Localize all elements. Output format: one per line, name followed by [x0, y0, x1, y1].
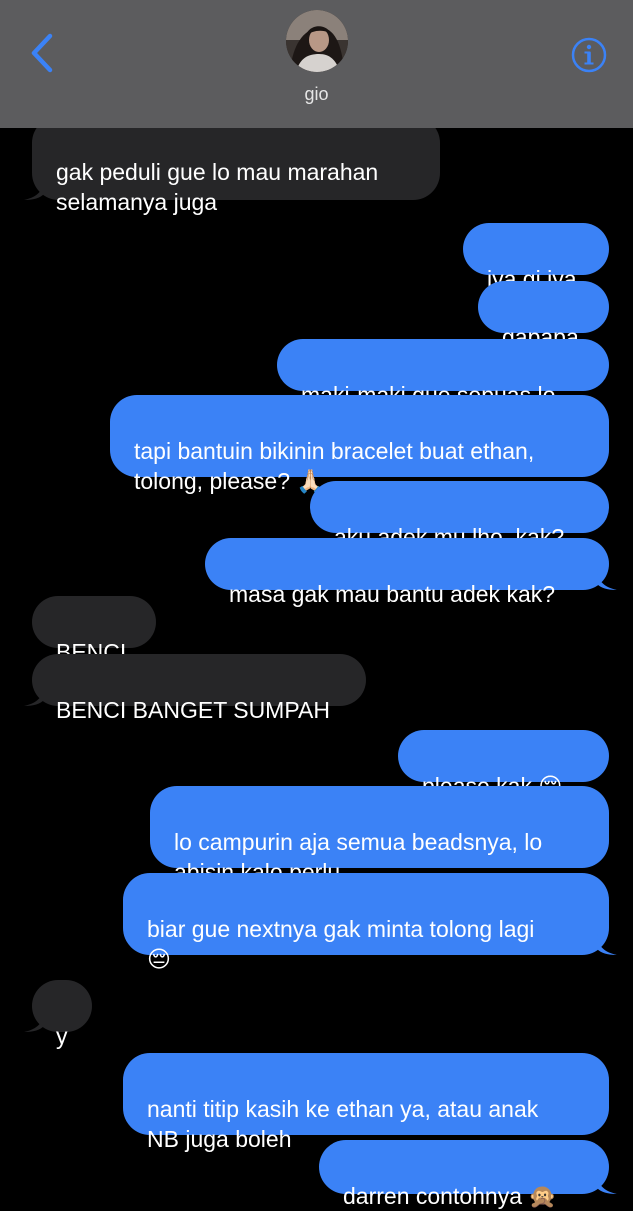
- message-bubble-outgoing[interactable]: please kak 😔: [398, 730, 609, 799]
- avatar-photo: [286, 10, 348, 72]
- message-bubble-outgoing[interactable]: gapapa: [478, 281, 609, 350]
- bubble-tail: [597, 933, 617, 955]
- message-text: y: [56, 1023, 68, 1049]
- message-text: darren contohnya 🙊: [343, 1183, 558, 1209]
- bubble-tail: [24, 1010, 44, 1032]
- message-text: masa gak mau bantu adek kak?: [229, 581, 556, 607]
- back-button[interactable]: [22, 30, 62, 76]
- message-bubble-outgoing[interactable]: aku adek mu lho, kak?: [310, 481, 609, 550]
- message-bubble-incoming[interactable]: y: [24, 980, 92, 1049]
- contact-name[interactable]: gio: [0, 84, 633, 105]
- bubble-tail: [24, 178, 44, 200]
- info-circle-icon: [571, 37, 607, 73]
- conversation-header: gio: [0, 0, 633, 128]
- message-bubble-incoming[interactable]: BENCI: [32, 596, 156, 665]
- message-bubble-outgoing[interactable]: iya gi iya: [463, 223, 609, 292]
- message-bubble-outgoing[interactable]: biar gue nextnya gak minta tolong lagi 😔: [123, 873, 617, 972]
- message-text: biar gue nextnya gak minta tolong lagi 😔: [147, 916, 535, 972]
- message-bubble-incoming[interactable]: BENCI BANGET SUMPAH: [24, 654, 366, 723]
- message-bubble-incoming[interactable]: gak peduli gue lo mau marahan selamanya …: [24, 116, 440, 215]
- bubble-tail: [597, 1172, 617, 1194]
- chevron-left-icon: [31, 33, 53, 73]
- bubble-tail: [597, 568, 617, 590]
- contact-avatar[interactable]: [286, 10, 348, 72]
- message-bubble-outgoing[interactable]: lo campurin aja semua beadsnya, lo abisi…: [150, 786, 609, 885]
- message-bubble-outgoing[interactable]: maki-maki gue sepuas lo: [277, 339, 609, 408]
- bubble-tail: [24, 684, 44, 706]
- message-bubble-outgoing[interactable]: nanti titip kasih ke ethan ya, atau anak…: [123, 1053, 609, 1152]
- message-bubble-outgoing[interactable]: darren contohnya 🙊: [319, 1140, 617, 1209]
- message-text: BENCI BANGET SUMPAH: [56, 697, 330, 723]
- message-list: gak peduli gue lo mau marahan selamanya …: [0, 0, 633, 1209]
- message-text: gak peduli gue lo mau marahan selamanya …: [56, 159, 379, 215]
- info-button[interactable]: [570, 36, 608, 74]
- message-bubble-outgoing[interactable]: tapi bantuin bikinin bracelet buat ethan…: [110, 395, 609, 494]
- message-bubble-outgoing[interactable]: masa gak mau bantu adek kak?: [205, 538, 617, 607]
